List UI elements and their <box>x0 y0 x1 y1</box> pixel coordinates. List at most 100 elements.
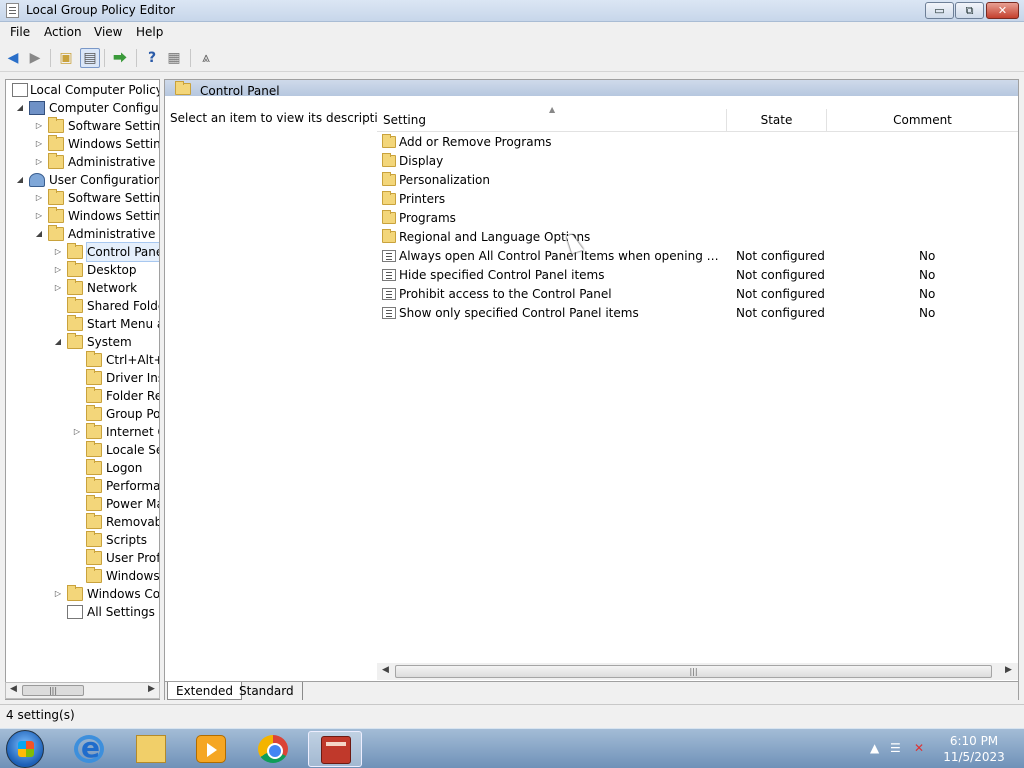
folder-icon <box>67 279 83 295</box>
column-header-setting[interactable]: ▲ Setting <box>377 105 727 132</box>
taskbar-windows-explorer[interactable] <box>124 731 178 767</box>
window-title: Local Group Policy Editor <box>26 3 176 17</box>
up-folder-icon[interactable]: ▣ <box>56 48 76 68</box>
column-header-comment[interactable]: Comment <box>827 109 1018 132</box>
list-horizontal-scrollbar[interactable]: ◀ ||| ▶ <box>377 663 1018 680</box>
expand-arrow-icon[interactable]: ▷ <box>34 207 44 225</box>
view-tabs: Extended Standard <box>165 681 1018 700</box>
folder-icon <box>48 225 64 241</box>
list-item-folder[interactable]: Add or Remove Programs <box>377 133 1018 152</box>
list-item-folder[interactable]: Printers <box>377 190 1018 209</box>
folder-icon <box>86 513 102 529</box>
scroll-right-icon[interactable]: ▶ <box>1005 665 1012 675</box>
filter-icon[interactable]: ⩓ <box>196 48 216 68</box>
chrome-icon <box>258 735 288 763</box>
cell-name: Always open All Control Panel Items when… <box>399 249 725 263</box>
list-item-folder[interactable]: Display <box>377 152 1018 171</box>
list-item-folder[interactable]: Regional and Language Options <box>377 228 1018 247</box>
expand-arrow-icon[interactable]: ▷ <box>34 189 44 207</box>
expand-arrow-icon[interactable]: ▷ <box>53 585 63 603</box>
show-hidden-icons-icon[interactable]: ▲ <box>870 741 879 755</box>
tree-item-label: Control Panel <box>86 242 159 262</box>
column-header-state[interactable]: State <box>727 109 827 132</box>
expand-arrow-icon[interactable]: ▷ <box>34 153 44 171</box>
tree-item-label: Shared Folder <box>87 299 159 313</box>
collapse-arrow-icon[interactable]: ◢ <box>34 225 44 243</box>
restore-button[interactable]: ⧉ <box>955 2 984 19</box>
menu-view[interactable]: View <box>94 25 122 39</box>
help-icon[interactable]: ? <box>142 48 162 68</box>
tree-item-label: Software Settings <box>68 191 160 205</box>
tree-horizontal-scrollbar[interactable]: ◀ ||| ▶ <box>5 682 160 699</box>
scroll-right-icon[interactable]: ▶ <box>148 684 155 694</box>
title-bar[interactable]: Local Group Policy Editor ▭ ⧉ ✕ <box>0 0 1024 22</box>
collapse-arrow-icon[interactable]: ◢ <box>53 333 63 351</box>
clock-time: 6:10 PM <box>949 734 999 748</box>
export-list-icon[interactable]: ⮕ <box>110 48 130 68</box>
show-hide-tree-icon[interactable]: ▤ <box>80 48 100 68</box>
folder-icon <box>67 243 83 259</box>
media-player-icon <box>196 735 226 763</box>
tree-item-label: Ctrl+Alt+I <box>106 353 159 367</box>
folder-icon <box>382 153 396 167</box>
menu-help[interactable]: Help <box>136 25 163 39</box>
column-header-setting-label: Setting <box>383 113 426 127</box>
scroll-left-icon[interactable]: ◀ <box>10 684 17 694</box>
clock[interactable]: 6:10 PM 11/5/2023 <box>936 733 1012 765</box>
folder-icon <box>86 549 102 565</box>
tab-standard[interactable]: Standard <box>231 682 303 700</box>
network-icon[interactable]: ☰ <box>890 741 901 755</box>
properties-icon[interactable]: ▦ <box>164 48 184 68</box>
tree-item-label: Computer Configura <box>49 101 160 115</box>
close-button[interactable]: ✕ <box>986 2 1019 19</box>
console-tree[interactable]: Local Computer Policy ◢ Computer Configura… <box>5 79 160 700</box>
collapse-arrow-icon[interactable]: ◢ <box>15 171 25 189</box>
policy-setting-icon <box>382 288 396 300</box>
status-text: 4 setting(s) <box>6 708 75 722</box>
list-item-folder[interactable]: Personalization <box>377 171 1018 190</box>
folder-icon <box>382 134 396 148</box>
list-item-setting[interactable]: Always open All Control Panel Items when… <box>377 247 1018 266</box>
settings-list: ▲ Setting State Comment Add or Remove Pr… <box>377 96 1018 680</box>
list-item-setting[interactable]: Prohibit access to the Control Panel Not … <box>377 285 1018 304</box>
taskbar-chrome[interactable] <box>246 731 300 767</box>
taskbar-internet-explorer[interactable] <box>62 731 116 767</box>
taskbar: ▲ ☰ ✕ 6:10 PM 11/5/2023 <box>0 728 1024 768</box>
menu-action[interactable]: Action <box>44 25 82 39</box>
menu-file[interactable]: File <box>10 25 30 39</box>
volume-muted-icon[interactable]: ✕ <box>914 741 924 755</box>
list-item-setting[interactable]: Show only specified Control Panel items N… <box>377 304 1018 323</box>
tree-item-label: System <box>87 335 132 349</box>
pane-header: Control Panel <box>165 80 1018 98</box>
taskbar-media-player[interactable] <box>184 731 238 767</box>
tree-item-label: Performar <box>106 479 160 493</box>
taskbar-group-policy-editor[interactable] <box>308 731 362 767</box>
scroll-thumb[interactable]: ||| <box>22 685 84 696</box>
expand-arrow-icon[interactable]: ▷ <box>72 423 82 441</box>
list-item-setting[interactable]: Hide specified Control Panel items Not co… <box>377 266 1018 285</box>
expand-arrow-icon[interactable]: ▷ <box>53 243 63 261</box>
expand-arrow-icon[interactable]: ▷ <box>34 117 44 135</box>
collapse-arrow-icon[interactable]: ◢ <box>15 99 25 117</box>
expand-arrow-icon[interactable]: ▷ <box>34 135 44 153</box>
tree-item-label: All Settings <box>87 605 155 619</box>
scroll-left-icon[interactable]: ◀ <box>382 665 389 675</box>
tree-item-label: Power Ma <box>106 497 160 511</box>
toolbar-separator <box>50 49 51 67</box>
cell-name: Programs <box>399 211 456 225</box>
toolbar-separator <box>190 49 191 67</box>
expand-arrow-icon[interactable]: ▷ <box>53 279 63 297</box>
cell-comment: No <box>919 287 936 301</box>
expand-arrow-icon[interactable]: ▷ <box>53 261 63 279</box>
list-item-folder[interactable]: Programs <box>377 209 1018 228</box>
back-arrow-icon[interactable]: ◀ <box>3 48 23 68</box>
tree-item-label: User Profi <box>106 551 160 565</box>
tree-item-label: Network <box>87 281 138 295</box>
scroll-thumb[interactable]: ||| <box>395 665 992 678</box>
forward-arrow-icon[interactable]: ▶ <box>25 48 45 68</box>
tree-item-label: Internet C <box>106 425 160 439</box>
minimize-button[interactable]: ▭ <box>925 2 954 19</box>
all-settings-icon <box>67 605 83 619</box>
start-button[interactable] <box>6 730 44 768</box>
folder-icon <box>86 423 102 439</box>
